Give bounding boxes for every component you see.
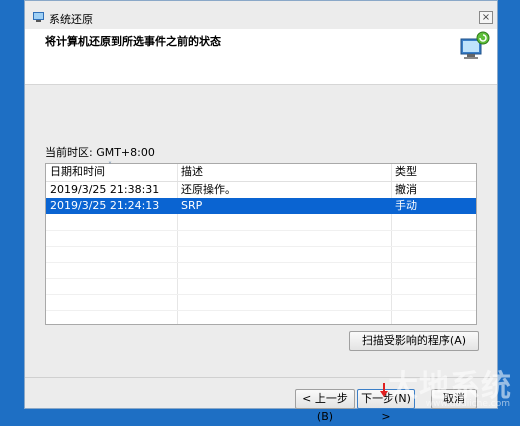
header-panel: 将计算机还原到所选事件之前的状态 xyxy=(25,29,497,85)
column-header-date[interactable]: 日期和时间 xyxy=(46,164,177,181)
column-header-description[interactable]: 描述 xyxy=(177,164,391,181)
row-description: SRP xyxy=(177,198,391,214)
empty-row-line xyxy=(46,246,476,247)
window-title: 系统还原 xyxy=(49,11,93,27)
system-restore-window: 系统还原 × 将计算机还原到所选事件之前的状态 当前时区: GMT+8:00 ˅… xyxy=(24,0,498,409)
column-header-type[interactable]: 类型 xyxy=(391,164,478,181)
row-description: 还原操作。 xyxy=(177,182,391,198)
scan-affected-programs-button[interactable]: 扫描受影响的程序(A) xyxy=(349,331,479,351)
empty-row-line xyxy=(46,294,476,295)
empty-row-line xyxy=(46,278,476,279)
empty-row-line xyxy=(46,262,476,263)
close-button[interactable]: × xyxy=(479,11,493,24)
row-date: 2019/3/25 21:38:31 xyxy=(46,182,177,198)
restore-points-list[interactable]: ˅ 日期和时间 描述 类型 2019/3/25 21:38:31 还原操作。 撤… xyxy=(45,163,477,325)
page-heading: 将计算机还原到所选事件之前的状态 xyxy=(45,33,221,49)
computer-restore-icon xyxy=(457,29,491,63)
row-type: 撤消 xyxy=(391,182,478,198)
row-date: 2019/3/25 21:24:13 xyxy=(46,198,177,214)
watermark-url: www.dadiiche.com xyxy=(426,399,510,409)
empty-row-line xyxy=(46,230,476,231)
list-header: ˅ 日期和时间 描述 类型 xyxy=(46,164,476,182)
system-restore-app-icon xyxy=(33,11,45,23)
empty-row-line xyxy=(46,310,476,311)
previous-button[interactable]: < 上一步(B) xyxy=(295,389,355,409)
table-row[interactable]: 2019/3/25 21:38:31 还原操作。 撤消 xyxy=(46,182,476,198)
row-type: 手动 xyxy=(391,198,478,214)
timezone-label: 当前时区: GMT+8:00 xyxy=(45,144,155,160)
table-row-selected[interactable]: 2019/3/25 21:24:13 SRP 手动 xyxy=(46,198,476,214)
